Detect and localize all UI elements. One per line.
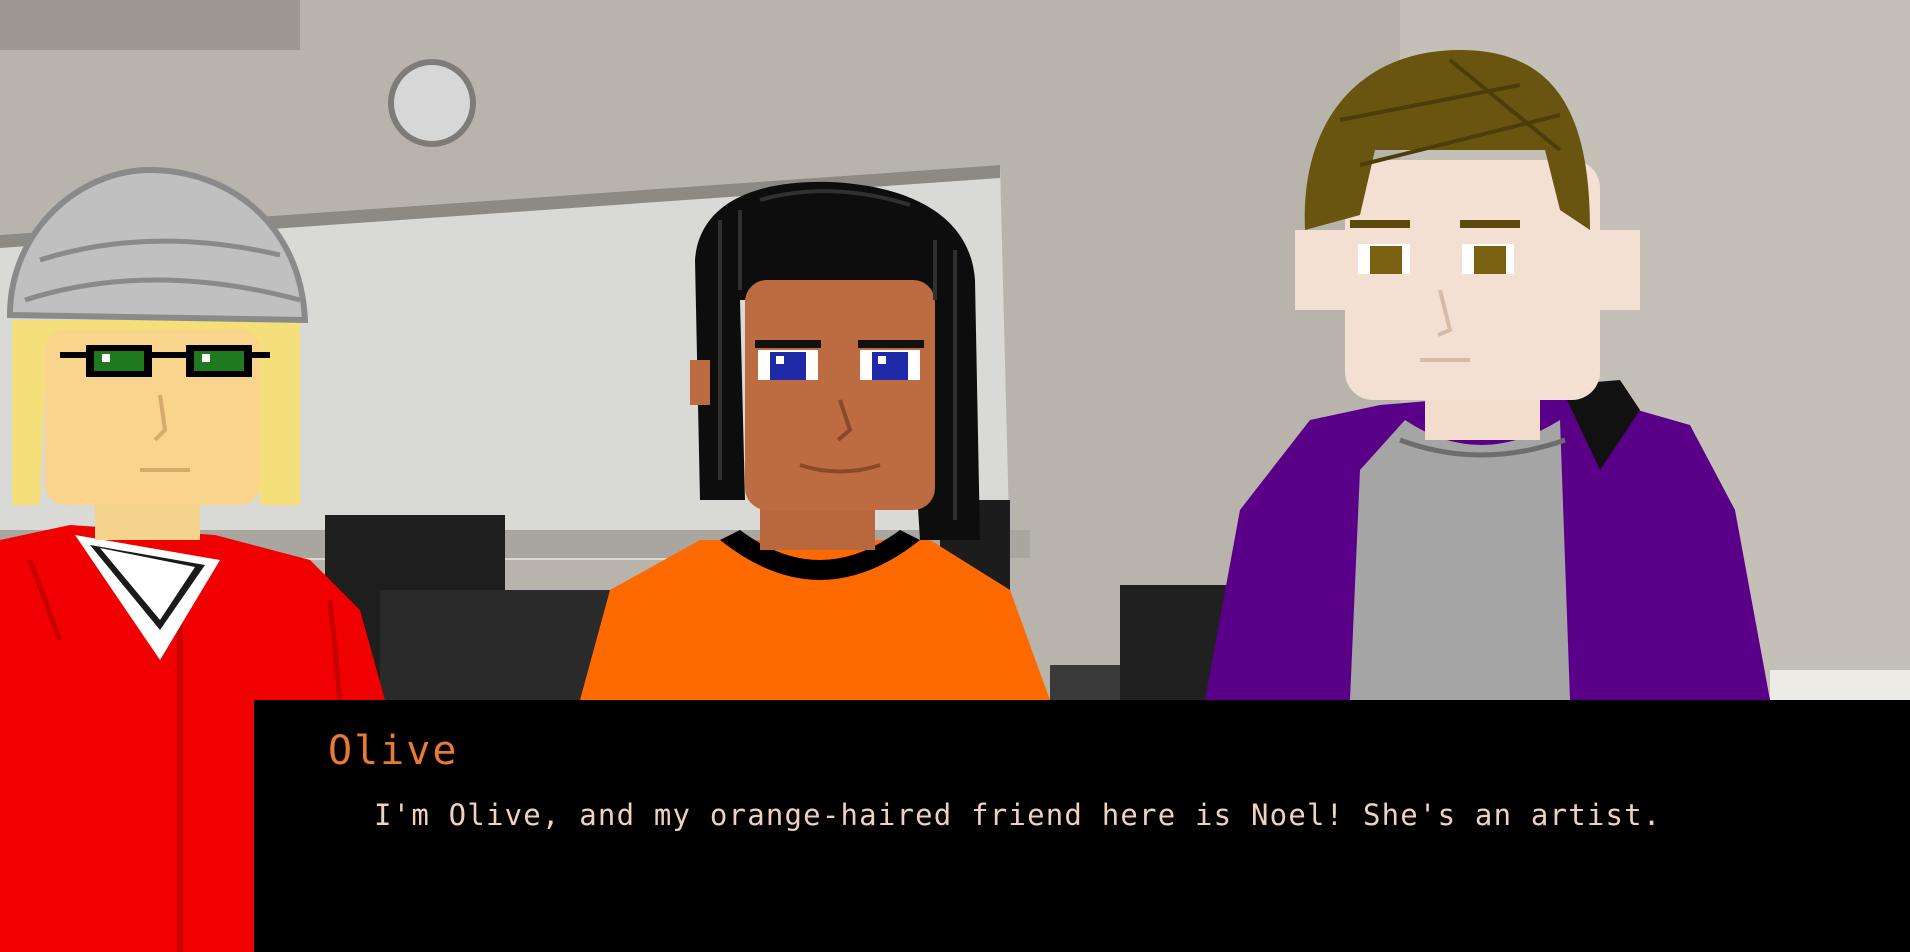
dialogue-box[interactable]: Olive I'm Olive, and my orange-haired fr… <box>254 700 1910 952</box>
game-scene: Olive I'm Olive, and my orange-haired fr… <box>0 0 1910 952</box>
speaker-name: Olive <box>328 728 459 774</box>
dialogue-text: I'm Olive, and my orange-haired friend h… <box>374 798 1662 832</box>
